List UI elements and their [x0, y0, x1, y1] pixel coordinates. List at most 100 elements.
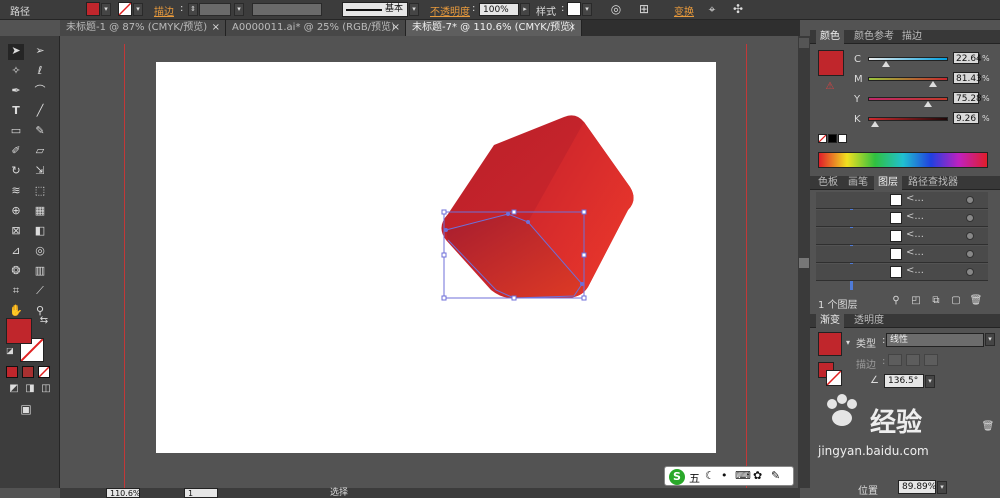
slider-k-thumb[interactable]	[871, 121, 879, 127]
swap-fill-stroke-icon[interactable]: ⇆	[36, 314, 52, 330]
tab-stroke[interactable]: 描边	[898, 30, 926, 44]
canvas-area[interactable]	[60, 36, 798, 488]
stroke-weight-field[interactable]	[199, 3, 231, 16]
list-item[interactable]: <...	[816, 264, 988, 281]
target-icon[interactable]	[966, 214, 974, 222]
stroke-weight-stepper[interactable]: ⇕	[188, 3, 198, 16]
vertical-scrollbar[interactable]	[798, 36, 810, 488]
draw-inside-icon[interactable]: ◫	[38, 382, 54, 398]
warp-tool-icon[interactable]: ≋	[8, 184, 24, 200]
isolate-icon[interactable]: ⌖	[704, 2, 720, 18]
artboard[interactable]	[156, 62, 716, 453]
ime-moon-icon[interactable]: ☾	[705, 469, 715, 482]
color-mode-button[interactable]	[6, 366, 18, 378]
none-mode-button[interactable]	[38, 366, 50, 378]
perspective-grid-tool-icon[interactable]: ▦	[32, 204, 48, 220]
scroll-thumb[interactable]	[799, 258, 809, 268]
gradient-stroke-option-2[interactable]	[906, 354, 920, 366]
stroke-style-dropdown[interactable]: ▾	[409, 3, 419, 16]
tab-gradient[interactable]: 渐变	[816, 314, 844, 328]
pen-tool-icon[interactable]: ✒	[8, 84, 24, 100]
ime-punct-icon[interactable]: •	[721, 469, 728, 482]
scale-tool-icon[interactable]: ⇲	[32, 164, 48, 180]
close-icon[interactable]: ×	[568, 20, 576, 35]
variable-width-field[interactable]	[252, 3, 322, 16]
gradient-angle-field[interactable]: 136.5°	[884, 374, 924, 388]
doc-tab-2[interactable]: A0000011.ai* @ 25% (RGB/预览) ×	[226, 20, 406, 36]
gradient-tool-icon[interactable]: ◧	[32, 224, 48, 240]
paintbrush-tool-icon[interactable]: ✎	[32, 124, 48, 140]
gradient-mode-button[interactable]	[22, 366, 34, 378]
trash-icon[interactable]: 🗑	[968, 294, 984, 310]
list-item[interactable]: <...	[816, 246, 988, 263]
slider-c-thumb[interactable]	[882, 61, 890, 67]
curvature-tool-icon[interactable]: ⌒	[32, 84, 48, 100]
gradient-stroke-option-3[interactable]	[924, 354, 938, 366]
stroke-swatch[interactable]	[118, 2, 132, 16]
fill-color-box[interactable]	[6, 318, 32, 344]
ime-logo-icon[interactable]: S	[669, 469, 685, 485]
shape-builder-tool-icon[interactable]: ⊕	[8, 204, 24, 220]
color-panel-fill-box[interactable]	[818, 50, 844, 76]
opacity-label[interactable]: 不透明度	[430, 3, 470, 18]
eraser-tool-icon[interactable]: ▱	[32, 144, 48, 160]
transform-label[interactable]: 变换	[674, 3, 694, 18]
pencil-tool-icon[interactable]: ✐	[8, 144, 24, 160]
direct-selection-tool-icon[interactable]: ➢	[32, 44, 48, 60]
artboard-tool-icon[interactable]: ⌗	[8, 284, 24, 300]
close-icon[interactable]: ×	[212, 20, 220, 35]
gradient-preview-dropdown-icon[interactable]: ▾	[846, 338, 850, 347]
stroke-style-field[interactable]: 基本	[342, 2, 408, 17]
page-field[interactable]: 1	[184, 488, 218, 498]
symbol-sprayer-tool-icon[interactable]: ❂	[8, 264, 24, 280]
out-of-gamut-warning-icon[interactable]: ⚠	[822, 80, 838, 96]
default-colors-icon[interactable]: ◪	[2, 344, 18, 360]
align-icon[interactable]: ⊞	[636, 2, 652, 18]
delete-stop-icon[interactable]: 🗑	[980, 420, 996, 436]
opacity-dropdown[interactable]: ▸	[520, 3, 530, 16]
zoom-field[interactable]: 110.6%	[106, 488, 141, 498]
black-swatch[interactable]	[828, 134, 837, 143]
tab-pathfinder[interactable]: 路径查找器	[904, 176, 962, 190]
magic-wand-tool-icon[interactable]: ✧	[8, 64, 24, 80]
arrange-icon[interactable]: ✣	[730, 2, 746, 18]
tab-swatches[interactable]: 色板	[814, 176, 842, 190]
location-field[interactable]: 89.89%	[898, 480, 936, 494]
fill-swatch[interactable]	[86, 2, 100, 16]
tab-brushes[interactable]: 画笔	[844, 176, 872, 190]
slider-m-thumb[interactable]	[929, 81, 937, 87]
target-icon[interactable]	[966, 250, 974, 258]
fill-dropdown[interactable]: ▾	[101, 3, 111, 16]
slice-tool-icon[interactable]: ⟋	[32, 284, 48, 300]
color-spectrum-bar[interactable]	[818, 152, 988, 168]
stroke-dropdown[interactable]: ▾	[133, 3, 143, 16]
target-icon[interactable]	[966, 196, 974, 204]
recolor-icon[interactable]: ◎	[608, 2, 624, 18]
slider-c-track[interactable]	[868, 57, 948, 61]
tab-layers[interactable]: 图层	[874, 176, 902, 190]
list-item[interactable]: <...	[816, 192, 988, 209]
none-color-swatch[interactable]	[818, 134, 827, 143]
gradient-type-select[interactable]: 线性	[886, 333, 984, 347]
tab-color[interactable]: 颜色	[816, 30, 844, 44]
ime-keyboard-icon[interactable]: ⌨	[735, 469, 751, 482]
lasso-tool-icon[interactable]: ℓ	[32, 64, 48, 80]
slider-m-value[interactable]: 81.43	[953, 72, 982, 84]
selection-tool-icon[interactable]: ➤	[8, 44, 24, 60]
column-graph-tool-icon[interactable]: ▥	[32, 264, 48, 280]
gradient-angle-dropdown[interactable]: ▾	[925, 375, 935, 388]
location-dropdown[interactable]: ▾	[937, 481, 947, 494]
new-layer-icon[interactable]: ▢	[948, 294, 964, 310]
stroke-label[interactable]: 描边	[154, 3, 174, 18]
rotate-tool-icon[interactable]: ↻	[8, 164, 24, 180]
slider-c-value[interactable]: 22.64	[953, 52, 982, 64]
slider-k-track[interactable]	[868, 117, 948, 121]
slider-y-thumb[interactable]	[924, 101, 932, 107]
white-swatch[interactable]	[838, 134, 847, 143]
line-tool-icon[interactable]: ╱	[32, 104, 48, 120]
gradient-stroke-mini[interactable]	[826, 370, 842, 386]
clipping-mask-icon[interactable]: ◰	[908, 294, 924, 310]
target-icon[interactable]	[966, 232, 974, 240]
stroke-weight-dropdown[interactable]: ▾	[234, 3, 244, 16]
draw-behind-icon[interactable]: ◨	[22, 382, 38, 398]
